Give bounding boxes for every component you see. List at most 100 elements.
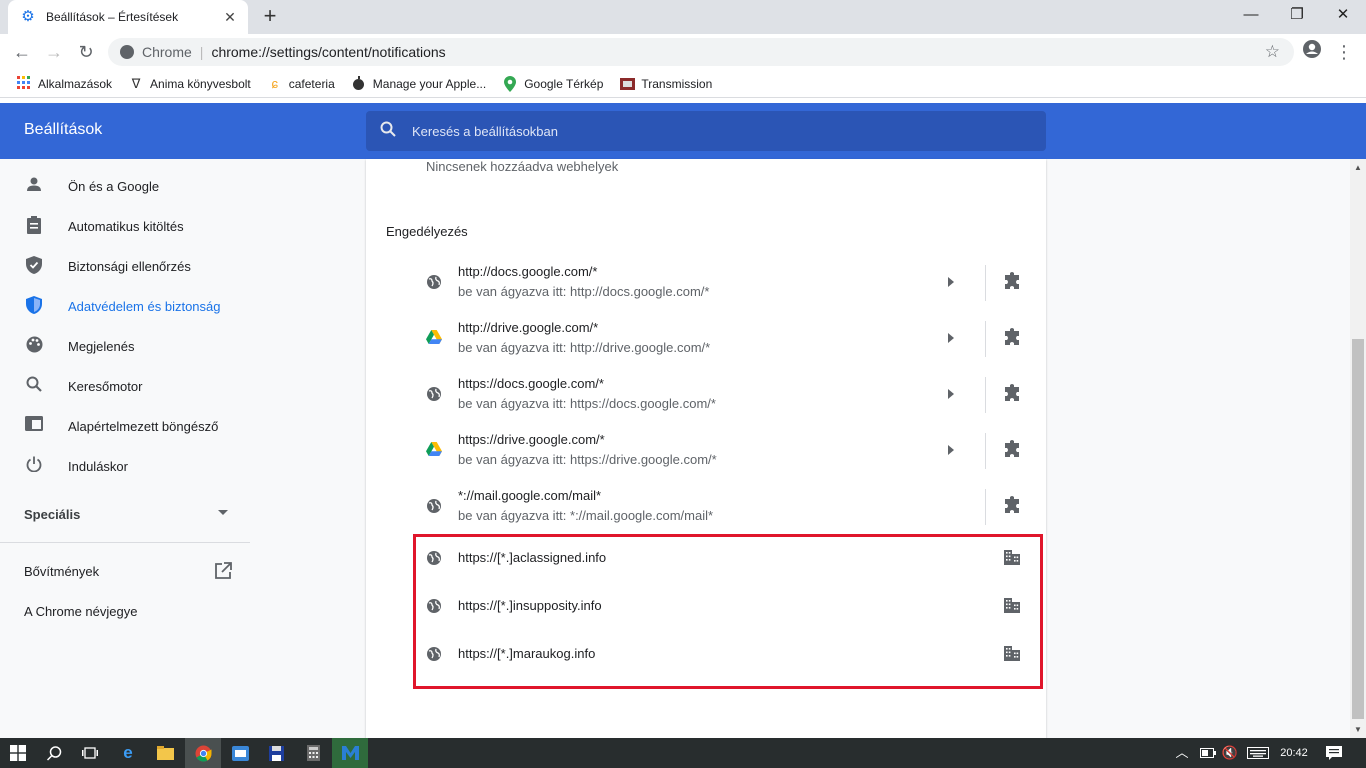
bookmark-label: cafeteria [288, 76, 335, 91]
arrow-right-icon[interactable] [948, 445, 958, 455]
arrow-right-icon[interactable] [948, 277, 958, 287]
sidebar-item-label: Adatvédelem és biztonság [68, 298, 221, 314]
browser-icon [24, 416, 44, 436]
tab-strip: ⚙ Beállítások – Értesítések ✕ + — ❐ ✕ [0, 0, 1366, 34]
sidebar-advanced[interactable]: Speciális [0, 494, 250, 534]
shield-icon [24, 296, 44, 316]
settings-gear-icon: ⚙ [21, 8, 35, 25]
site-embedded-text: be van ágyazva itt: http://drive.google.… [458, 340, 711, 355]
globe-icon [426, 386, 442, 407]
sidebar-about-label: A Chrome névjegye [24, 603, 138, 619]
row-separator [985, 321, 986, 357]
settings-search[interactable] [366, 111, 1046, 151]
allowed-site-row[interactable]: https://drive.google.com/* be van ágyazva… [422, 423, 1042, 479]
scroll-up-arrow-icon[interactable]: ▲ [1354, 163, 1362, 172]
row-separator [985, 265, 986, 301]
edge-icon[interactable]: e [110, 738, 146, 768]
maps-pin-icon [502, 75, 518, 92]
bookmark-label: Google Térkép [524, 76, 604, 91]
sidebar-item-label: Megjelenés [68, 338, 135, 354]
sidebar-item-privacy-security[interactable]: Adatvédelem és biztonság [0, 286, 250, 326]
person-icon [24, 176, 44, 196]
allowed-site-row[interactable]: *://mail.google.com/mail* be van ágyazva … [422, 479, 1042, 535]
keyboard-icon[interactable] [1244, 738, 1272, 768]
bookmark-transmission[interactable]: Transmission [619, 76, 712, 92]
page-scrollbar[interactable]: ▲ ▼ [1350, 159, 1366, 738]
windows-taskbar: e ︿ 🔇 20:42 [0, 738, 1366, 768]
minimize-button[interactable]: — [1228, 0, 1274, 32]
sidebar-extensions[interactable]: Bővítmények [0, 551, 250, 591]
allowed-site-row[interactable]: https://docs.google.com/* be van ágyazva … [422, 367, 1042, 423]
bookmark-star-icon[interactable]: ☆ [1265, 42, 1280, 62]
sidebar-item-label: Biztonsági ellenőrzés [68, 258, 191, 274]
globe-icon [426, 498, 442, 519]
sidebar-item-you-and-google[interactable]: Ön és a Google [0, 166, 250, 206]
extension-puzzle-icon[interactable] [1002, 328, 1022, 348]
extension-puzzle-icon[interactable] [1002, 496, 1022, 516]
notifications-icon[interactable] [1322, 738, 1346, 768]
chrome-site-icon [120, 45, 134, 59]
tab-title: Beállítások – Értesítések [46, 10, 179, 24]
allowed-site-row[interactable]: http://docs.google.com/* be van ágyazva i… [422, 255, 1042, 311]
sidebar-item-appearance[interactable]: Megjelenés [0, 326, 250, 366]
sidebar-advanced-label: Speciális [24, 506, 81, 522]
search-icon[interactable] [36, 738, 72, 768]
sidebar-item-label: Ön és a Google [68, 178, 160, 194]
restore-button[interactable]: ❐ [1274, 0, 1320, 32]
sidebar-item-safety-check[interactable]: Biztonsági ellenőrzés [0, 246, 250, 286]
windows-start-icon[interactable] [0, 738, 36, 768]
page-title: Beállítások [24, 121, 103, 138]
profile-avatar-icon[interactable] [1300, 39, 1324, 63]
bookmark-apps[interactable]: Alkalmazások [16, 75, 112, 92]
file-explorer-icon[interactable] [147, 738, 183, 768]
sidebar-item-label: Alapértelmezett böngésző [68, 418, 219, 434]
sidebar-item-autofill[interactable]: Automatikus kitöltés [0, 206, 250, 246]
back-arrow-icon[interactable]: ← [10, 40, 34, 64]
extension-puzzle-icon[interactable] [1002, 384, 1022, 404]
address-bar[interactable]: Chrome | chrome://settings/content/notif… [108, 38, 1294, 66]
sidebar-about-chrome[interactable]: A Chrome névjegye [0, 591, 250, 631]
site-url: *://mail.google.com/mail* [458, 488, 602, 503]
arrow-right-icon[interactable] [948, 389, 958, 399]
site-url: https://drive.google.com/* [458, 432, 605, 447]
sidebar-item-label: Keresőmotor [68, 378, 143, 394]
new-tab-button[interactable]: + [259, 5, 281, 27]
allow-section-title: Engedélyezés [386, 224, 468, 239]
battery-icon[interactable] [1196, 738, 1220, 768]
task-view-icon[interactable] [72, 738, 108, 768]
kebab-menu-icon[interactable]: ⋮ [1332, 40, 1356, 64]
scroll-down-arrow-icon[interactable]: ▼ [1354, 725, 1362, 734]
arrow-right-icon[interactable] [948, 333, 958, 343]
extension-puzzle-icon[interactable] [1002, 272, 1022, 292]
forward-arrow-icon[interactable]: → [42, 40, 66, 64]
calculator-icon[interactable] [295, 738, 331, 768]
tray-chevron-icon[interactable]: ︿ [1172, 738, 1192, 768]
outlook-icon[interactable] [222, 738, 258, 768]
app-icon[interactable] [332, 738, 368, 768]
shield-check-icon [24, 256, 44, 276]
tab-settings[interactable]: ⚙ Beállítások – Értesítések ✕ [8, 0, 248, 34]
browser-toolbar: ← → ↻ Chrome | chrome://settings/content… [0, 34, 1366, 70]
bookmark-cafeteria[interactable]: ɕ cafeteria [267, 76, 335, 92]
site-embedded-text: be van ágyazva itt: http://docs.google.c… [458, 284, 710, 299]
bookmark-apple[interactable]: Manage your Apple... [351, 75, 486, 92]
google-drive-icon [426, 442, 442, 461]
bookmark-google-maps[interactable]: Google Térkép [502, 75, 604, 92]
volume-muted-icon[interactable]: 🔇 [1220, 738, 1240, 768]
clock-time[interactable]: 20:42 [1274, 738, 1314, 768]
search-input[interactable] [412, 123, 1012, 139]
bookmark-anima[interactable]: ᐁ Anima könyvesbolt [128, 76, 251, 92]
reload-icon[interactable]: ↻ [74, 40, 98, 64]
close-tab-icon[interactable]: ✕ [222, 9, 238, 25]
sidebar-item-on-startup[interactable]: Induláskor [0, 446, 250, 486]
allowed-site-row[interactable]: http://drive.google.com/* be van ágyazva … [422, 311, 1042, 367]
sidebar-item-search-engine[interactable]: Keresőmotor [0, 366, 250, 406]
site-url: http://docs.google.com/* [458, 264, 598, 279]
site-embedded-text: be van ágyazva itt: https://docs.google.… [458, 396, 716, 411]
extension-puzzle-icon[interactable] [1002, 440, 1022, 460]
save-disk-icon[interactable] [258, 738, 294, 768]
scrollbar-thumb[interactable] [1352, 339, 1364, 719]
chrome-icon[interactable] [185, 738, 221, 768]
close-window-button[interactable]: ✕ [1320, 0, 1366, 32]
sidebar-item-default-browser[interactable]: Alapértelmezett böngésző [0, 406, 250, 446]
